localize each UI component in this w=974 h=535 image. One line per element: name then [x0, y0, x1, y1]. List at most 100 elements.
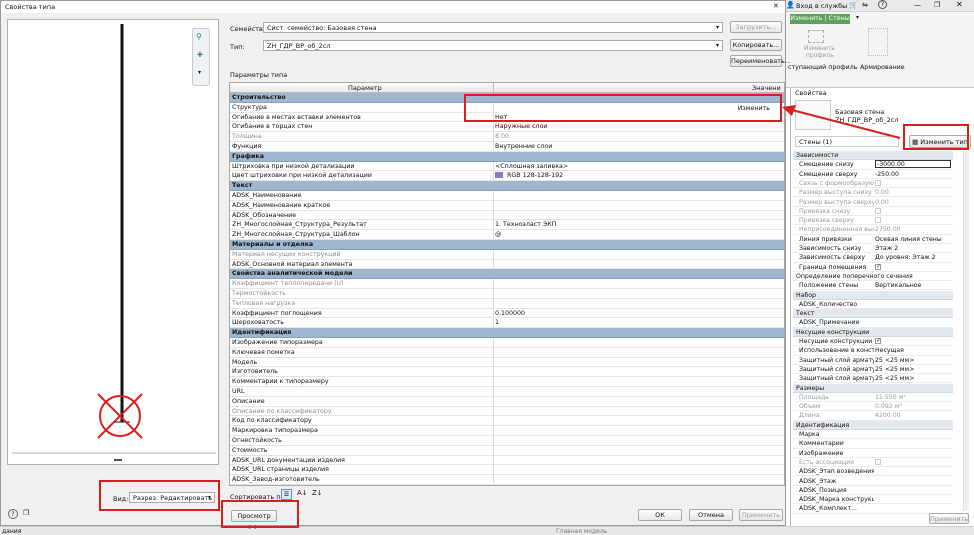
property-group-header[interactable]: Текст	[793, 309, 953, 319]
close-icon[interactable]: ✕	[956, 0, 963, 9]
copy-button[interactable]: Копировать...	[730, 39, 782, 51]
property-row[interactable]: Защитный слой армату... 25 <25 мм>	[793, 356, 953, 365]
property-row[interactable]: Марка	[793, 430, 953, 440]
param-value[interactable]: Наружные слои	[495, 122, 783, 132]
cart-icon[interactable]: 🛒	[849, 1, 858, 9]
param-row[interactable]: Изображение типоразмера	[230, 338, 784, 348]
property-row[interactable]: Есть ассоциация	[793, 458, 953, 468]
param-row[interactable]: Маркировка типоразмера	[230, 426, 784, 436]
param-value[interactable]: @	[495, 230, 783, 240]
property-row[interactable]: ADSK_Примечание	[793, 318, 953, 328]
property-row[interactable]: ADSK_Позиция	[793, 486, 953, 496]
param-row[interactable]: Материал несущих конструкций	[230, 249, 784, 260]
dialog-close-icon[interactable]: ✕	[773, 2, 779, 10]
param-value[interactable]: 1	[495, 318, 783, 328]
param-row[interactable]: ADSK_URL страницы изделия	[230, 465, 784, 476]
property-row[interactable]: Размер выступа снизу 0.00	[793, 188, 953, 198]
checkbox[interactable]	[875, 263, 881, 271]
apply-button[interactable]: Применить	[739, 509, 783, 521]
param-row[interactable]: Коэффициент поглощения 0.100000	[230, 308, 784, 319]
property-value[interactable]: Вертикальное	[875, 281, 951, 290]
param-row[interactable]: Тепловая нагрузка	[230, 298, 784, 309]
param-row[interactable]: Код по классификатору	[230, 416, 784, 427]
property-row[interactable]: ADSK_Марка конструкции	[793, 495, 953, 505]
property-row[interactable]: Положение стены Вертикальное	[793, 281, 953, 291]
checkbox[interactable]	[875, 217, 881, 224]
param-value[interactable]: Внутренние слои	[495, 142, 783, 152]
property-value[interactable]: 0.092 м³	[875, 402, 951, 411]
property-value[interactable]	[875, 458, 951, 467]
property-group-header[interactable]: Зависимости	[793, 151, 953, 161]
group-header[interactable]: Текст	[230, 181, 784, 191]
param-row[interactable]: Цвет штриховки при низкой детализации RGB…	[230, 171, 784, 182]
param-row[interactable]: Шероховатость 1	[230, 318, 784, 329]
type-select[interactable]: ZH_ГДР_ВР_об_2сл ▾	[263, 40, 723, 51]
param-row[interactable]: Описание по классификатору	[230, 406, 784, 417]
property-row[interactable]: Неприсоединенная выс... 2750.00	[793, 225, 953, 235]
property-value[interactable]: До уровня: Этаж 2	[875, 253, 951, 262]
property-row[interactable]: Зависимость сверху До уровня: Этаж 2	[793, 253, 953, 263]
property-value[interactable]: 11.550 м²	[875, 393, 951, 402]
property-value[interactable]	[875, 179, 951, 188]
property-row[interactable]: Привязка сверху	[793, 216, 953, 226]
cancel-button[interactable]: Отмена	[689, 509, 733, 521]
property-row[interactable]: ADSK_Количество	[793, 300, 953, 310]
copy-icon[interactable]: ❐	[23, 509, 29, 517]
reinforcement-button[interactable]: Армирование	[860, 64, 905, 71]
property-group-header[interactable]: Несущие конструкции	[793, 327, 953, 337]
param-value[interactable]: 8.00	[495, 132, 783, 142]
param-row[interactable]: ZH_Многослойная_Структура_Шаблон @	[230, 230, 784, 240]
property-row[interactable]: Использование в конст... Несущая	[793, 346, 953, 356]
minimize-icon[interactable]: —	[914, 1, 921, 9]
property-row[interactable]: Длина 4200.00	[793, 411, 953, 421]
attached-profile-label[interactable]: ступающий профиль	[788, 64, 857, 71]
checkbox[interactable]	[875, 179, 881, 186]
property-row[interactable]: Определение поперечного сечения	[793, 272, 953, 282]
ribbon-context-tab[interactable]: Изменить | Стены	[790, 14, 850, 24]
property-row[interactable]: Размер выступа сверху 0.00	[793, 198, 953, 207]
property-value[interactable]: 0.00	[875, 198, 951, 207]
properties-scrollbar[interactable]	[963, 151, 969, 511]
group-header[interactable]: Свойства аналитической модели	[230, 269, 784, 280]
col-param-header[interactable]: Параметр	[348, 84, 382, 92]
rename-button[interactable]: Переименовать...	[730, 55, 791, 67]
property-value[interactable]	[875, 337, 951, 346]
col-value-header[interactable]: Значени	[752, 84, 781, 92]
steering-wheel-tool[interactable]: ⚲ ✚ ▾	[192, 28, 210, 86]
help-icon[interactable]: ?	[878, 0, 887, 9]
param-row[interactable]: Огибание в торцах стен Наружные слои	[230, 122, 784, 133]
sort-ascending-icon[interactable]: A↓	[297, 489, 308, 497]
param-row[interactable]: Стоимость	[230, 445, 784, 456]
param-value[interactable]: RGB 128-128-192	[495, 171, 783, 181]
param-row[interactable]: ADSK_URL документации изделия	[230, 455, 784, 466]
property-value[interactable]: 25 <25 мм>	[875, 374, 951, 383]
param-row[interactable]: URL	[230, 387, 784, 397]
sort-descending-icon[interactable]: Z↓	[312, 489, 323, 497]
property-value[interactable]: -3000.00	[875, 160, 951, 169]
param-row[interactable]: Функция Внутренние слои	[230, 142, 784, 152]
ribbon-tab-dropdown-icon[interactable]: ▾	[856, 14, 859, 21]
edit-profile-label-top[interactable]: Изменить	[804, 45, 835, 52]
property-value[interactable]	[875, 216, 951, 225]
property-row[interactable]: ADSK_Этап возведения	[793, 467, 953, 477]
param-value[interactable]: 0.100000	[495, 309, 783, 319]
param-row[interactable]: ADSK_Основной материал элемента	[230, 259, 784, 270]
edit-profile-label-bottom[interactable]: профиль	[806, 52, 834, 59]
property-group-header[interactable]: Набор	[793, 290, 953, 300]
property-row[interactable]: Связь с формообразую...	[793, 179, 953, 189]
param-value[interactable]: <Сплошная заливка>	[495, 162, 783, 172]
param-row[interactable]: ADSK_Наименование краткое	[230, 200, 784, 211]
group-header[interactable]: Материалы и отделка	[230, 240, 784, 250]
property-row[interactable]: Защитный слой армату... 25 <25 мм>	[793, 365, 953, 375]
exchange-icon[interactable]: ⇋	[862, 1, 868, 9]
param-row[interactable]: Комментарии к типоразмеру	[230, 377, 784, 387]
pan-icon[interactable]: ✚	[197, 51, 203, 59]
restore-icon[interactable]: ❐	[934, 1, 940, 9]
property-row[interactable]: Граница помещения	[793, 263, 953, 272]
param-row[interactable]: ZH_Многослойная_Структура_Результат 1. Те…	[230, 220, 784, 231]
property-value[interactable]	[875, 263, 951, 272]
property-row[interactable]: Смещение сверху -250.00	[793, 170, 953, 179]
property-row[interactable]: Защитный слой армату... 25 <25 мм>	[793, 374, 953, 384]
param-row[interactable]: Штриховка при низкой детализации <Сплошна…	[230, 161, 784, 172]
param-row[interactable]: ADSK_Завод-изготовитель	[230, 475, 784, 485]
